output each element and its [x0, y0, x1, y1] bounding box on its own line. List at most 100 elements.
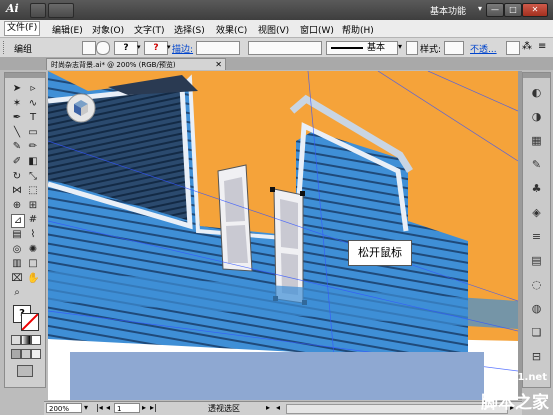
eraser-icon[interactable]: ◧	[27, 156, 39, 168]
opacity-link[interactable]: 不透...	[470, 42, 497, 55]
paintbrush-icon[interactable]: ✎	[11, 141, 23, 153]
workspace-switcher[interactable]: 基本功能	[430, 4, 466, 17]
symbols-icon[interactable]: ♣	[529, 181, 544, 196]
scale-icon[interactable]: ⤡	[27, 171, 39, 183]
house-illustration	[48, 71, 518, 400]
menu-window[interactable]: 窗口(W)	[300, 23, 334, 36]
graph-icon[interactable]: ▥	[11, 258, 23, 270]
blob-brush-icon[interactable]: ✐	[11, 156, 23, 168]
eyedropper-icon[interactable]: ⌇	[27, 229, 39, 241]
docked-panels: ◐ ◑ ▦ ✎ ♣ ◈ ≡ ▤ ◌ ◍ ❏ ⊟	[522, 72, 551, 388]
chevron-down-icon[interactable]: ▾	[167, 43, 171, 51]
line-icon[interactable]: ╲	[11, 127, 23, 139]
draw-behind-icon[interactable]	[21, 349, 31, 359]
stroke-color-box[interactable]	[21, 313, 39, 331]
layers-icon[interactable]: ❏	[529, 325, 544, 340]
bridge-button[interactable]	[30, 3, 46, 18]
menu-view[interactable]: 视图(V)	[258, 23, 289, 36]
minimize-button[interactable]: —	[486, 3, 504, 17]
graphic-styles-icon[interactable]: ◈	[529, 205, 544, 220]
menu-object[interactable]: 对象(O)	[92, 23, 124, 36]
menu-help[interactable]: 帮助(H)	[342, 23, 374, 36]
menu-edit[interactable]: 编辑(E)	[52, 23, 83, 36]
menu-file[interactable]: 文件(F)	[4, 21, 41, 36]
first-artboard-icon[interactable]: |◂	[96, 403, 103, 412]
transparency-icon[interactable]: ◌	[529, 277, 544, 292]
graphic-style-swatch[interactable]	[444, 41, 464, 55]
arrange-documents-button[interactable]	[48, 3, 74, 18]
status-menu-icon[interactable]: ▸	[266, 403, 270, 412]
direct-selection-icon[interactable]: ▹	[27, 83, 39, 95]
document-tab[interactable]: 时尚杂志背景.ai* @ 200% (RGB/预览) ✕	[46, 58, 226, 70]
color-mode-icon[interactable]	[11, 335, 21, 345]
perspective-selection-icon[interactable]: ⊿	[11, 214, 25, 229]
screen-mode-icon[interactable]	[17, 365, 33, 377]
align-icon[interactable]: ⊟	[529, 349, 544, 364]
free-transform-icon[interactable]: ⬚	[27, 185, 39, 197]
type-icon[interactable]: T	[27, 112, 39, 124]
mesh-icon[interactable]: #	[27, 214, 39, 226]
pencil-icon[interactable]: ✏	[27, 141, 39, 153]
lasso-icon[interactable]: ∿	[27, 98, 39, 110]
panel-menu-icon[interactable]: ≡	[538, 41, 546, 52]
appearance-icon[interactable]: ◍	[529, 301, 544, 316]
exit-isolation-button[interactable]	[96, 41, 110, 55]
chevron-down-icon[interactable]: ▾	[137, 43, 141, 51]
selection-icon[interactable]: ➤	[11, 83, 23, 95]
slice-icon[interactable]: ⌧	[11, 273, 23, 285]
last-artboard-icon[interactable]: ▸|	[150, 403, 157, 412]
swatches-icon[interactable]: ▦	[529, 133, 544, 148]
isolate-group-button[interactable]	[82, 41, 96, 55]
variable-width-profile[interactable]	[248, 41, 322, 55]
color-icon[interactable]: ◐	[529, 85, 544, 100]
chevron-down-icon[interactable]: ▾	[478, 4, 482, 13]
blend-icon[interactable]: ◎	[11, 244, 23, 256]
stroke-weight-field[interactable]	[196, 41, 240, 55]
magic-wand-icon[interactable]: ✶	[11, 98, 23, 110]
rotate-icon[interactable]: ↻	[11, 171, 23, 183]
hand-icon[interactable]: ✋	[27, 273, 39, 285]
scroll-left-icon[interactable]: ◂	[276, 403, 280, 412]
stroke-link[interactable]: 描边:	[172, 42, 193, 55]
previous-artboard-icon[interactable]: ◂	[106, 403, 110, 412]
pen-icon[interactable]: ✒	[11, 112, 23, 124]
brush-library-button[interactable]	[406, 41, 418, 55]
gradient-mode-icon[interactable]	[21, 335, 31, 345]
status-bar: 200% ▾ |◂ ◂ 1 ▸ ▸| 透视选区 ▸ ◂ ▸	[44, 401, 522, 415]
zoom-field[interactable]: 200%	[46, 403, 82, 413]
zoom-icon[interactable]: ⌕	[11, 287, 23, 299]
menu-select[interactable]: 选择(S)	[174, 23, 205, 36]
artboard-canvas[interactable]	[48, 71, 518, 400]
close-tab-icon[interactable]: ✕	[215, 59, 222, 71]
draw-inside-icon[interactable]	[31, 349, 41, 359]
brush-definition-select[interactable]: 基本	[326, 41, 398, 55]
tools-panel-header[interactable]	[5, 73, 45, 78]
stroke-swatch[interactable]: ?	[144, 41, 168, 55]
none-mode-icon[interactable]	[31, 335, 41, 345]
next-artboard-icon[interactable]: ▸	[142, 403, 146, 412]
artboard-icon[interactable]: □	[27, 258, 39, 270]
draw-normal-icon[interactable]	[11, 349, 21, 359]
gradient-panel-icon[interactable]: ▤	[529, 253, 544, 268]
color-guide-icon[interactable]: ◑	[529, 109, 544, 124]
maximize-button[interactable]: □	[504, 3, 522, 17]
horizontal-scrollbar[interactable]	[286, 404, 508, 414]
transform-icon[interactable]: ⁂	[522, 41, 532, 52]
close-button[interactable]: ✕	[522, 3, 548, 17]
perspective-grid-icon[interactable]: ⊞	[27, 200, 39, 212]
artboard-number-field[interactable]: 1	[114, 403, 140, 413]
shape-builder-icon[interactable]: ⊕	[11, 200, 23, 212]
symbol-sprayer-icon[interactable]: ✺	[27, 244, 39, 256]
width-icon[interactable]: ⋈	[11, 185, 23, 197]
brush-options-icon[interactable]: ▾	[398, 42, 402, 51]
stroke-icon[interactable]: ≡	[529, 229, 544, 244]
gradient-icon[interactable]: ▤	[11, 229, 23, 241]
panel-dock-header[interactable]	[523, 73, 550, 78]
chevron-down-icon[interactable]: ▾	[84, 403, 88, 412]
document-setup-button[interactable]	[506, 41, 520, 55]
brushes-icon[interactable]: ✎	[529, 157, 544, 172]
menu-effect[interactable]: 效果(C)	[216, 23, 247, 36]
rectangle-icon[interactable]: ▭	[27, 127, 39, 139]
fill-swatch[interactable]: ?	[114, 41, 138, 55]
menu-type[interactable]: 文字(T)	[134, 23, 165, 36]
